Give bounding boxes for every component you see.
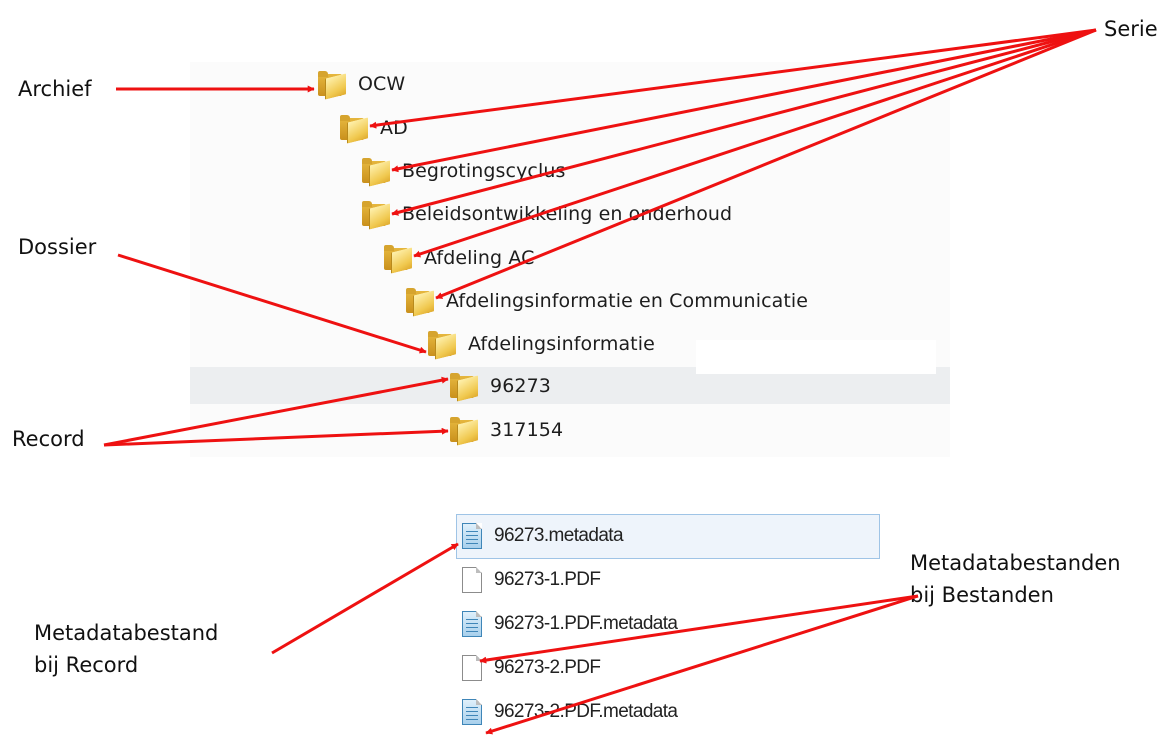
arrow-serie-ad bbox=[369, 28, 1097, 129]
arrow-metadata-file-2 bbox=[485, 594, 919, 735]
arrow-dossier bbox=[117, 253, 427, 354]
arrow-metadata-record bbox=[271, 542, 459, 655]
arrow-serie-beleidsontwikkeling bbox=[391, 28, 1097, 216]
annotation-arrows bbox=[103, 28, 1097, 735]
arrow-metadata-file-1 bbox=[479, 594, 919, 664]
arrow-serie-afdeling-ac bbox=[413, 28, 1097, 258]
arrow-serie-afdelingsinfo-comm bbox=[435, 28, 1097, 300]
arrow-record-96273 bbox=[103, 376, 449, 447]
arrow-record-317154 bbox=[103, 427, 449, 447]
arrow-serie-begrotingscyclus bbox=[391, 28, 1097, 173]
